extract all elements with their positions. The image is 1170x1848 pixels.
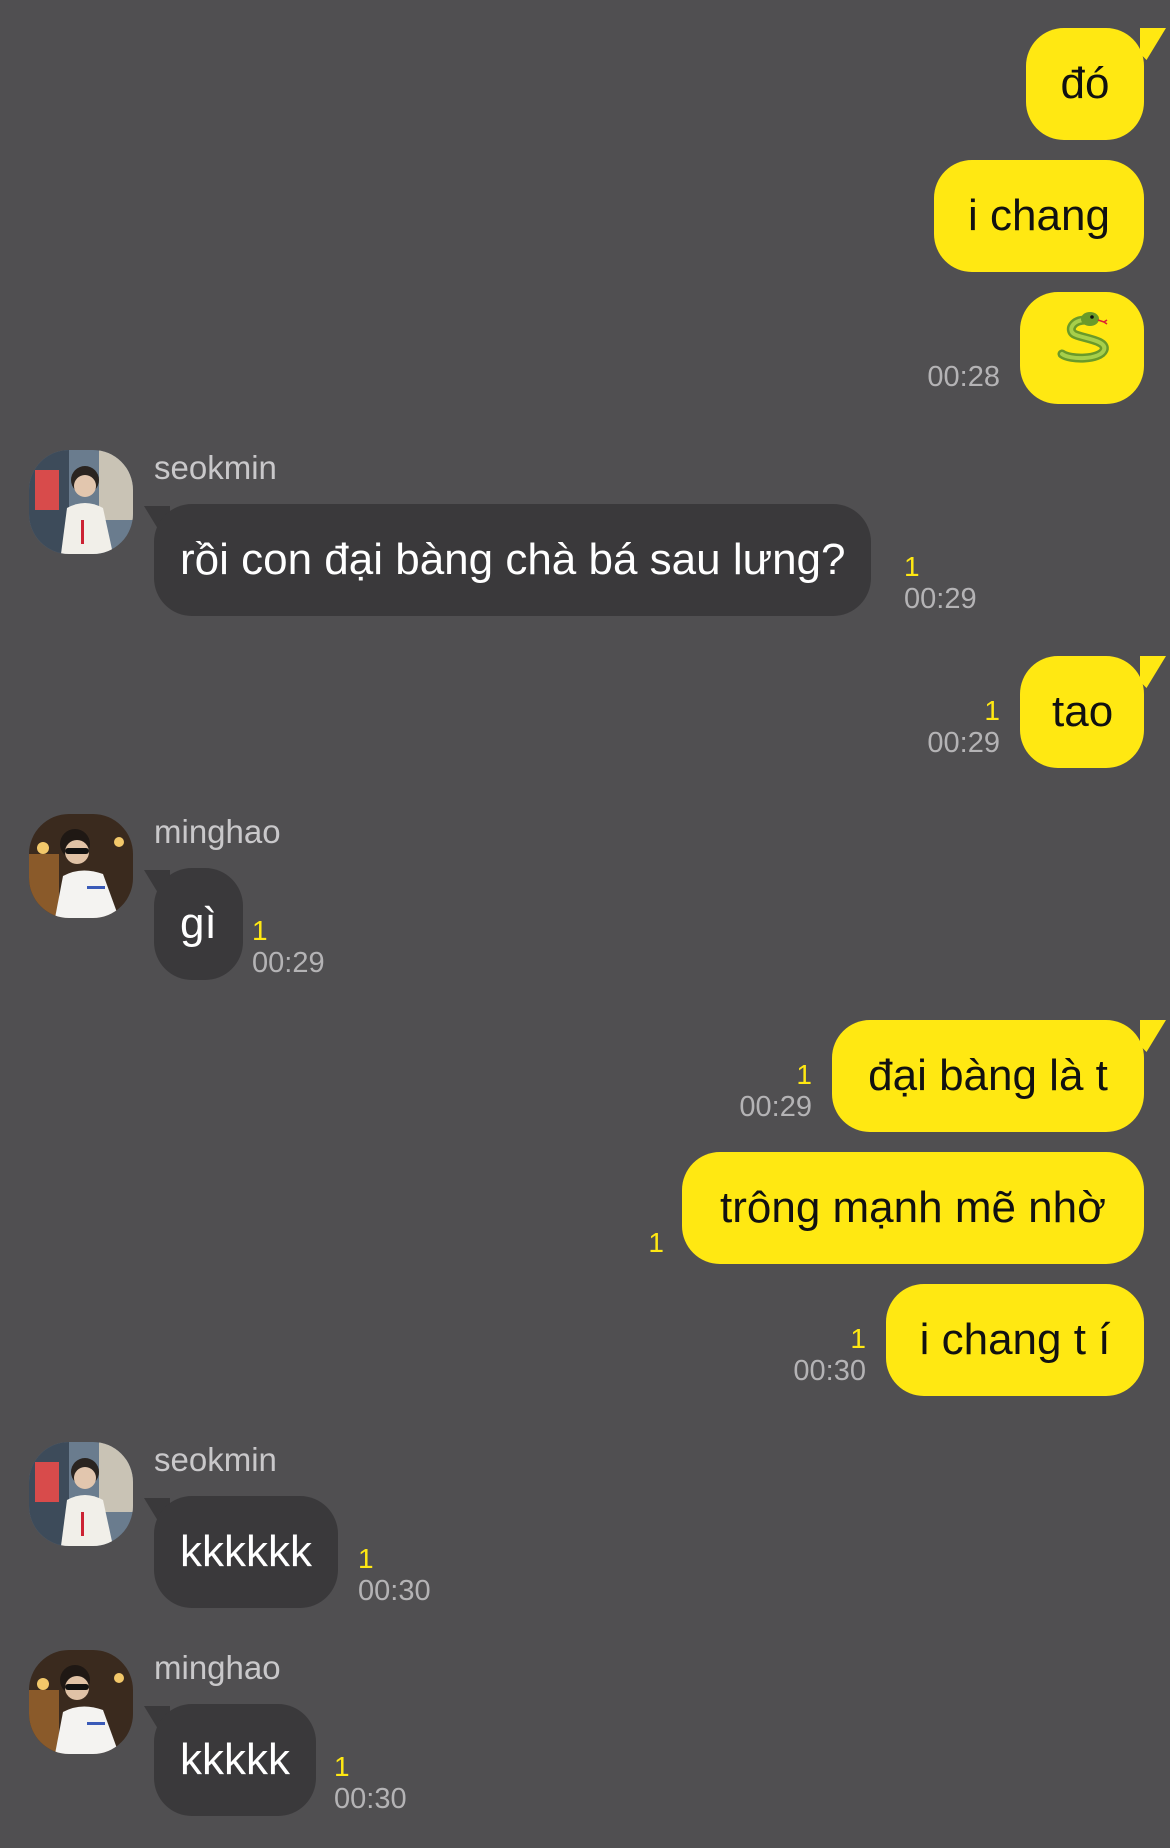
seokmin-avatar[interactable] <box>29 450 133 554</box>
incoming-message-bubble[interactable]: kkkkkk <box>154 1496 338 1608</box>
unread-count: 1 <box>252 915 268 946</box>
chat-message-list[interactable]: đó i chang 00:28 seokmin rồi con đại bàn… <box>0 0 1170 1848</box>
message-row-outgoing: 1 00:29 tao <box>0 656 1170 772</box>
message-row-incoming: seokmin kkkkkk 1 00:30 <box>0 1440 1170 1610</box>
message-meta: 1 00:30 <box>358 1544 478 1608</box>
outgoing-message-bubble[interactable]: i chang <box>934 160 1144 272</box>
minghao-avatar[interactable] <box>29 1650 133 1754</box>
message-meta: 1 <box>544 1228 664 1258</box>
message-row-incoming: minghao gì 1 00:29 <box>0 812 1170 982</box>
message-row-outgoing: 1 00:30 i chang t í <box>0 1284 1170 1400</box>
message-row-outgoing: 1 trông mạnh mẽ nhờ <box>0 1152 1170 1268</box>
bubble-tail <box>1140 1020 1166 1052</box>
minghao-avatar[interactable] <box>29 814 133 918</box>
message-time: 00:29 <box>739 1091 812 1123</box>
message-row-outgoing: i chang <box>0 160 1170 276</box>
message-row-outgoing: đó <box>0 28 1170 144</box>
outgoing-message-bubble[interactable]: đại bàng là t <box>832 1020 1144 1132</box>
message-meta: 1 00:29 <box>904 552 1024 616</box>
outgoing-message-bubble[interactable] <box>1020 292 1144 404</box>
bubble-tail <box>1140 656 1166 688</box>
sender-name: seokmin <box>154 449 277 486</box>
message-row-incoming: minghao kkkkk 1 00:30 <box>0 1648 1170 1818</box>
outgoing-message-bubble[interactable]: đó <box>1026 28 1144 140</box>
message-meta: 1 00:30 <box>334 1752 454 1816</box>
message-time: 00:30 <box>334 1783 407 1815</box>
message-time: 00:29 <box>904 583 977 615</box>
message-row-outgoing: 00:28 <box>0 292 1170 408</box>
outgoing-message-bubble[interactable]: trông mạnh mẽ nhờ <box>682 1152 1144 1264</box>
snake-emoji-icon <box>1052 294 1112 406</box>
message-time: 00:30 <box>358 1575 431 1607</box>
message-meta: 1 00:29 <box>880 696 1000 760</box>
unread-count: 1 <box>648 1227 664 1258</box>
incoming-message-bubble[interactable]: gì <box>154 868 243 980</box>
message-row-outgoing: 1 00:29 đại bàng là t <box>0 1020 1170 1136</box>
message-row-incoming: seokmin rồi con đại bàng chà bá sau lưng… <box>0 448 1170 618</box>
unread-count: 1 <box>358 1543 374 1574</box>
message-time: 00:29 <box>927 727 1000 759</box>
incoming-message-bubble[interactable]: rồi con đại bàng chà bá sau lưng? <box>154 504 872 616</box>
bubble-tail <box>1140 28 1166 60</box>
outgoing-message-bubble[interactable]: i chang t í <box>886 1284 1144 1396</box>
unread-count: 1 <box>984 695 1000 726</box>
unread-count: 1 <box>796 1059 812 1090</box>
sender-name: seokmin <box>154 1441 277 1478</box>
sender-name: minghao <box>154 813 281 850</box>
message-time: 00:28 <box>927 361 1000 393</box>
message-time: 00:30 <box>793 1355 866 1387</box>
message-time: 00:29 <box>252 947 325 979</box>
incoming-message-bubble[interactable]: kkkkk <box>154 1704 316 1816</box>
message-meta: 00:28 <box>880 360 1000 394</box>
message-meta: 1 00:29 <box>692 1060 812 1124</box>
sender-name: minghao <box>154 1649 281 1686</box>
message-meta: 1 00:29 <box>252 916 372 980</box>
seokmin-avatar[interactable] <box>29 1442 133 1546</box>
unread-count: 1 <box>904 551 920 582</box>
unread-count: 1 <box>334 1751 350 1782</box>
outgoing-message-bubble[interactable]: tao <box>1020 656 1144 768</box>
unread-count: 1 <box>850 1323 866 1354</box>
message-meta: 1 00:30 <box>746 1324 866 1388</box>
